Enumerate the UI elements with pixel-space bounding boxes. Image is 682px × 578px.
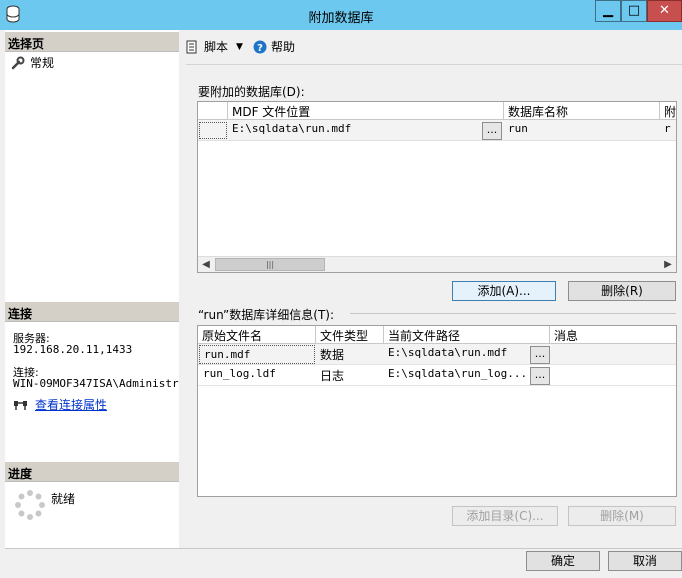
nav-item-general-label: 常规 xyxy=(30,56,55,70)
select-page-heading: 选择页 xyxy=(5,32,179,52)
view-connection-properties[interactable]: 查看连接属性 xyxy=(13,396,107,413)
cancel-button[interactable]: 取消 xyxy=(608,551,682,571)
row-header-column xyxy=(198,102,228,120)
script-icon xyxy=(186,40,197,53)
view-connection-properties-link[interactable]: 查看连接属性 xyxy=(35,396,107,413)
column-header-current-path[interactable]: 当前文件路径 xyxy=(384,326,550,344)
table-row[interactable]: E:\sqldata\run.mdf ... run r xyxy=(198,120,676,141)
attach-as-cell[interactable]: r xyxy=(660,120,676,140)
table-row[interactable]: run_log.ldf 日志 E:\sqldata\run_log... ... xyxy=(198,365,676,386)
attach-databases-label: 要附加的数据库(D): xyxy=(198,85,305,99)
title-bar: 附加数据库 ▁ □ ✕ xyxy=(0,0,682,30)
minimize-button[interactable]: ▁ xyxy=(595,0,621,22)
maximize-button[interactable]: □ xyxy=(621,0,647,22)
column-header-db-name[interactable]: 数据库名称 xyxy=(504,102,660,120)
footer-divider xyxy=(5,548,682,549)
add-catalog-button[interactable]: 添加目录(C)... xyxy=(452,506,558,526)
browse-path-button[interactable]: ... xyxy=(530,367,550,385)
horizontal-scrollbar[interactable]: ◀ ||| ▶ xyxy=(198,256,676,272)
help-icon: ? xyxy=(253,40,267,54)
table-row[interactable]: run.mdf 数据 E:\sqldata\run.mdf ... xyxy=(198,344,676,365)
row-selector[interactable] xyxy=(199,122,227,139)
script-menu[interactable]: 脚本 ▼ xyxy=(186,38,243,55)
column-header-original-file[interactable]: 原始文件名 xyxy=(198,326,316,344)
browse-path-button[interactable]: ... xyxy=(530,346,550,364)
scroll-right-icon[interactable]: ▶ xyxy=(660,258,676,272)
close-button[interactable]: ✕ xyxy=(647,0,682,22)
original-file-cell[interactable]: run.mdf xyxy=(199,345,315,364)
scroll-thumb[interactable]: ||| xyxy=(215,258,325,271)
column-header-file-type[interactable]: 文件类型 xyxy=(316,326,384,344)
column-header-message[interactable]: 消息 xyxy=(550,326,676,344)
current-path-cell[interactable]: E:\sqldata\run_log... xyxy=(384,365,528,385)
connection-value: WIN-09MOF347ISA\Administrator xyxy=(13,377,179,390)
left-panel: 选择页 常规 连接 服务器: 192.168.20.11,1433 连接: WI… xyxy=(5,30,179,548)
toolbar: 脚本 ▼ ? 帮助 xyxy=(186,38,295,55)
wrench-icon xyxy=(11,56,25,69)
database-details-label: “run”数据库详细信息(T): xyxy=(198,308,335,322)
connection-plug-icon xyxy=(14,400,27,410)
attach-databases-grid[interactable]: MDF 文件位置 数据库名称 附 E:\sqldata\run.mdf ... … xyxy=(197,101,677,273)
details-separator xyxy=(350,313,676,314)
toolbar-divider xyxy=(186,64,682,65)
connection-heading: 连接 xyxy=(5,302,179,322)
nav-item-general[interactable]: 常规 xyxy=(11,54,54,71)
scroll-left-icon[interactable]: ◀ xyxy=(198,258,214,272)
database-details-grid[interactable]: 原始文件名 文件类型 当前文件路径 消息 run.mdf 数据 E:\sqlda… xyxy=(197,325,677,497)
current-path-cell[interactable]: E:\sqldata\run.mdf xyxy=(384,344,528,364)
window-title: 附加数据库 xyxy=(308,11,374,26)
server-value: 192.168.20.11,1433 xyxy=(13,343,133,356)
help-button[interactable]: ? 帮助 xyxy=(253,38,295,55)
svg-text:?: ? xyxy=(257,43,263,54)
script-label: 脚本 xyxy=(204,40,229,54)
browse-mdf-button[interactable]: ... xyxy=(482,122,502,140)
progress-status: 就绪 xyxy=(51,492,76,506)
mdf-path-cell[interactable]: E:\sqldata\run.mdf xyxy=(228,120,478,140)
add-database-button[interactable]: 添加(A)... xyxy=(452,281,556,301)
remove-file-button[interactable]: 删除(M) xyxy=(568,506,676,526)
chevron-down-icon: ▼ xyxy=(236,41,243,52)
ok-button[interactable]: 确定 xyxy=(526,551,600,571)
column-header-attach-as[interactable]: 附 xyxy=(660,102,676,120)
help-label: 帮助 xyxy=(270,40,295,54)
file-type-cell[interactable]: 数据 xyxy=(316,344,382,364)
progress-heading: 进度 xyxy=(5,462,179,482)
db-name-cell[interactable]: run xyxy=(504,120,654,140)
progress-spinner-icon xyxy=(15,490,45,520)
original-file-cell[interactable]: run_log.ldf xyxy=(199,365,315,385)
column-header-mdf[interactable]: MDF 文件位置 xyxy=(228,102,504,120)
remove-database-button[interactable]: 删除(R) xyxy=(568,281,676,301)
file-type-cell[interactable]: 日志 xyxy=(316,365,382,385)
